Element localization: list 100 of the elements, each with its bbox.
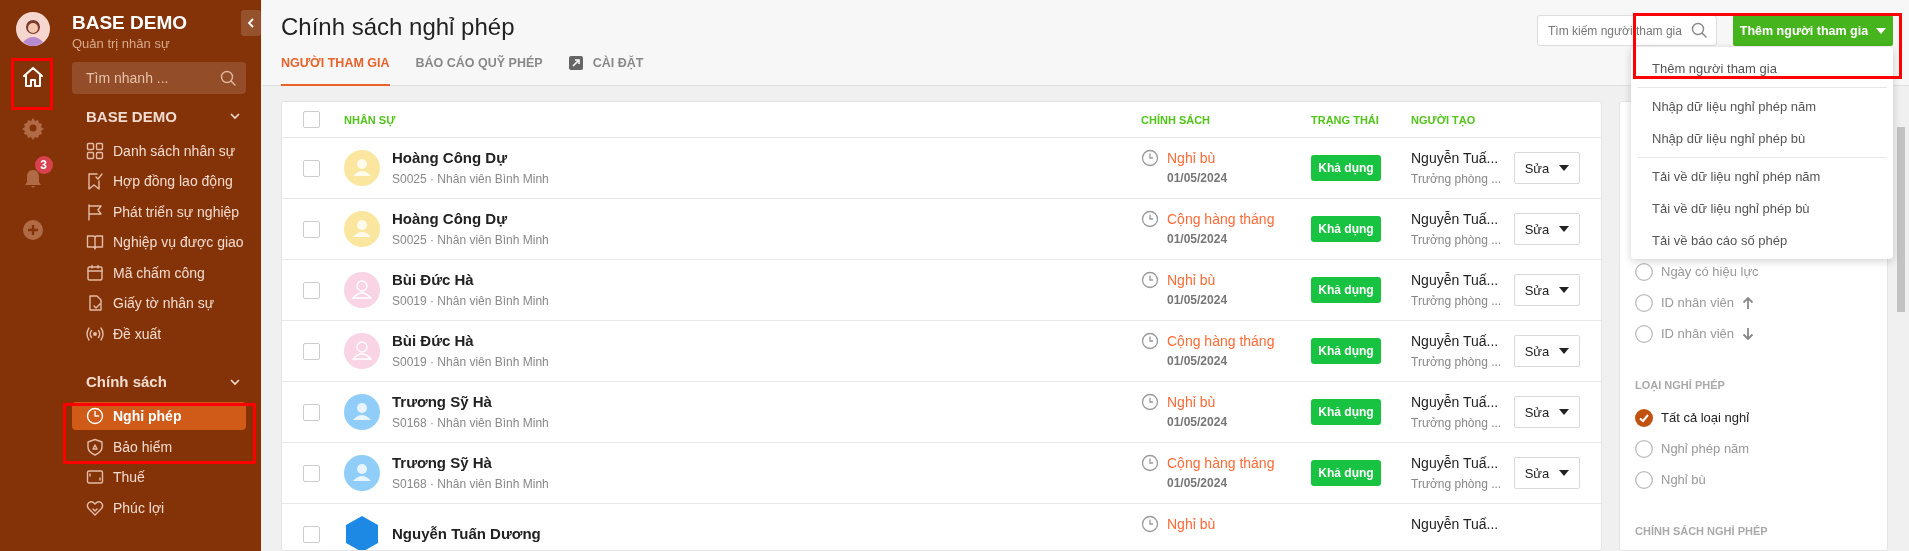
status-badge: Khả dụng (1311, 155, 1381, 181)
caret-icon (1559, 409, 1570, 415)
edit-button[interactable]: Sửa (1514, 274, 1580, 306)
row-checkbox[interactable] (303, 342, 320, 360)
caret-icon (1559, 470, 1570, 476)
employee-detail: S0168 · Nhân viên Bình Minh (392, 476, 549, 493)
edit-button[interactable]: Sửa (1514, 457, 1580, 489)
creator-role: Trưởng phòng ... (1411, 476, 1502, 493)
row-checkbox[interactable] (303, 159, 320, 177)
caret-icon (1559, 348, 1570, 354)
select-all-checkbox[interactable] (303, 111, 320, 128)
search-field[interactable]: Tìm nhanh ... (72, 62, 246, 94)
highlight-overlay (11, 58, 53, 110)
row-checkbox[interactable] (303, 525, 320, 543)
column-header: NGƯỜI TẠO (1411, 113, 1476, 126)
document-icon (86, 294, 104, 312)
grid-icon (86, 141, 104, 160)
search-icon (220, 70, 236, 86)
dropdown-item[interactable]: Tải về dữ liệu nghỉ phép năm (1631, 161, 1893, 193)
employee-detail: S0019 · Nhân viên Bình Minh (392, 293, 549, 310)
menu-item[interactable]: Nghiệp vụ được giao (72, 228, 246, 256)
menu-item[interactable]: Thuế (72, 463, 246, 491)
book-icon (86, 233, 104, 251)
external-link-icon (568, 56, 583, 70)
radio-option[interactable]: Tất cả loại nghỉ (1635, 402, 1875, 433)
dropdown-item[interactable]: Nhập dữ liệu nghỉ phép bù (1631, 123, 1893, 155)
employee-name: Nguyễn Tuấn Dương (392, 524, 541, 544)
section-header[interactable]: Chính sách (72, 363, 246, 400)
rail-button[interactable]: 3 (12, 159, 53, 199)
chevron-left-icon (246, 17, 256, 29)
creator-role: Trưởng phòng ... (1411, 232, 1502, 249)
menu-item[interactable]: Phát triển sự nghiệp (72, 197, 246, 226)
menu-item[interactable]: Nghỉ phép (72, 402, 246, 430)
policy-date: 01/05/2024 (1167, 414, 1228, 431)
dropdown-item[interactable]: Tải về dữ liệu nghỉ phép bù (1631, 193, 1893, 225)
creator-name: Nguyễn Tuấ... (1411, 393, 1500, 412)
creator-role: Trưởng phòng ... (1411, 415, 1502, 432)
clock-icon (1141, 454, 1159, 472)
creator-role: Trưởng phòng ... (1411, 354, 1502, 371)
caret-icon (1559, 165, 1570, 171)
creator-name: Nguyễn Tuấ... (1411, 332, 1500, 351)
column-header: CHÍNH SÁCH (1141, 113, 1211, 126)
status-badge: Khả dụng (1311, 399, 1381, 425)
menu-item[interactable]: Mã chấm công (72, 258, 246, 287)
calendar-icon (86, 263, 104, 282)
frame-icon (86, 468, 104, 486)
menu-item[interactable]: Phúc lợi (72, 493, 246, 522)
dropdown-item[interactable]: Nhập dữ liệu nghỉ phép năm (1631, 91, 1893, 123)
menu-item[interactable]: Hợp đồng lao động (72, 167, 246, 195)
menu-item[interactable]: Đề xuất (72, 319, 246, 348)
section-header[interactable]: BASE DEMO (72, 98, 246, 134)
page-title: Chính sách nghỉ phép (281, 12, 515, 42)
creator-name: Nguyễn Tuấ... (1411, 454, 1500, 473)
collapse-button[interactable] (241, 10, 261, 36)
dropdown-item[interactable]: Tải về báo cáo số phép (1631, 225, 1893, 257)
status-badge: Khả dụng (1311, 277, 1381, 303)
policy-name: Nghỉ bù (1167, 149, 1217, 168)
edit-button[interactable]: Sửa (1514, 396, 1580, 428)
creator-name: Nguyễn Tuấ... (1411, 271, 1500, 290)
clock-icon (1141, 210, 1159, 228)
caret-icon (1876, 27, 1887, 34)
menu-item[interactable]: Danh sách nhân sự (72, 136, 246, 165)
home-icon (20, 65, 45, 89)
clock-icon (1141, 149, 1159, 167)
status-badge: Khả dụng (1311, 460, 1381, 486)
creator-name: Nguyễn Tuấ... (1411, 515, 1499, 534)
arrow-down-icon (1742, 326, 1754, 341)
employee-name: Trương Sỹ Hà (392, 453, 493, 473)
settings-icon (20, 116, 45, 140)
search-field[interactable]: Tìm kiếm người tham gia (1537, 15, 1717, 46)
clock-icon (1141, 271, 1159, 289)
clock-icon (86, 407, 104, 425)
add-icon (20, 218, 45, 242)
filter-title: CHÍNH SÁCH NGHỈ PHÉP (1635, 524, 1769, 539)
row-checkbox[interactable] (303, 464, 320, 482)
row-checkbox[interactable] (303, 220, 320, 238)
caret-icon (1559, 287, 1570, 293)
app-subtitle: Quản trị nhân sự (72, 35, 171, 53)
edit-button[interactable]: Sửa (1514, 335, 1580, 367)
row-checkbox[interactable] (303, 403, 320, 421)
flag-icon (86, 202, 104, 221)
menu-item[interactable]: Giấy tờ nhân sự (72, 289, 246, 317)
creator-name: Nguyễn Tuấ... (1411, 149, 1500, 168)
row-checkbox[interactable] (303, 281, 320, 299)
column-header: NHÂN SỰ (344, 113, 396, 126)
employee-name: Hoàng Công Dự (392, 148, 508, 168)
shield-icon (86, 437, 104, 456)
dropdown-item[interactable]: Thêm người tham gia (1631, 53, 1893, 85)
edit-button[interactable]: Sửa (1514, 152, 1580, 184)
policy-name: Nghỉ bù (1167, 515, 1216, 534)
edit-button[interactable]: Sửa (1514, 213, 1580, 245)
policy-date: 01/05/2024 (1167, 292, 1228, 309)
policy-date: 01/05/2024 (1167, 353, 1229, 370)
policy-name: Cộng hàng tháng (1167, 210, 1275, 229)
arrow-up-icon (1742, 295, 1754, 310)
creator-name: Nguyễn Tuấ... (1411, 210, 1500, 229)
employee-name: Bùi Đức Hà (392, 270, 475, 290)
menu-item[interactable]: Bảo hiểm (72, 432, 246, 461)
employee-name: Hoàng Công Dự (392, 209, 508, 229)
clock-icon (1141, 515, 1159, 533)
